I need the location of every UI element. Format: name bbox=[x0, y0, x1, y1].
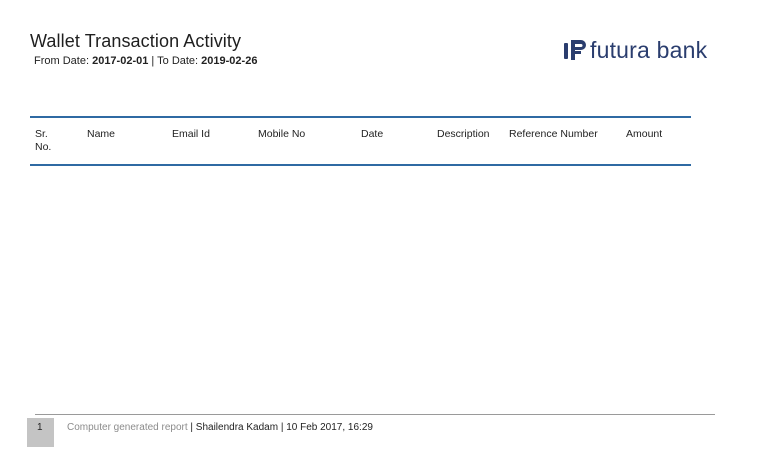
to-date-value: 2019-02-26 bbox=[201, 55, 258, 67]
column-header-amount: Amount bbox=[626, 128, 663, 140]
bank-name: futura bank bbox=[590, 36, 708, 63]
column-header-name: Name bbox=[87, 128, 116, 140]
column-header-reference-number: Reference Number bbox=[509, 128, 598, 140]
from-date-label: From Date: bbox=[34, 55, 90, 67]
column-header-mobile: Mobile No bbox=[258, 128, 306, 140]
to-date-label: To Date: bbox=[157, 55, 199, 67]
transactions-table-header: Sr. No. Name Email Id Mobile No Date Desc… bbox=[30, 116, 691, 166]
from-date-value: 2017-02-01 bbox=[92, 55, 149, 67]
page-number-badge: 1 bbox=[27, 418, 54, 447]
date-separator: | bbox=[151, 55, 155, 67]
page-number: 1 bbox=[37, 422, 43, 433]
column-header-description: Description bbox=[437, 128, 490, 140]
footer-divider bbox=[35, 414, 715, 415]
column-header-email: Email Id bbox=[172, 128, 210, 140]
author-and-timestamp: | Shailendra Kadam | 10 Feb 2017, 16:29 bbox=[190, 422, 373, 433]
report-page: Wallet Transaction Activity From Date: 2… bbox=[0, 0, 777, 452]
column-header-date: Date bbox=[361, 128, 384, 140]
futura-bank-logo-icon bbox=[564, 40, 586, 60]
report-title: Wallet Transaction Activity bbox=[30, 31, 242, 51]
footer-text: Computer generated report | Shailendra K… bbox=[67, 422, 373, 433]
generated-note: Computer generated report bbox=[67, 422, 188, 433]
column-header-sr-no: Sr. No. bbox=[35, 128, 52, 153]
bank-logo: futura bank bbox=[563, 35, 707, 65]
date-range: From Date: 2017-02-01 | To Date: 2019-02… bbox=[34, 55, 257, 67]
